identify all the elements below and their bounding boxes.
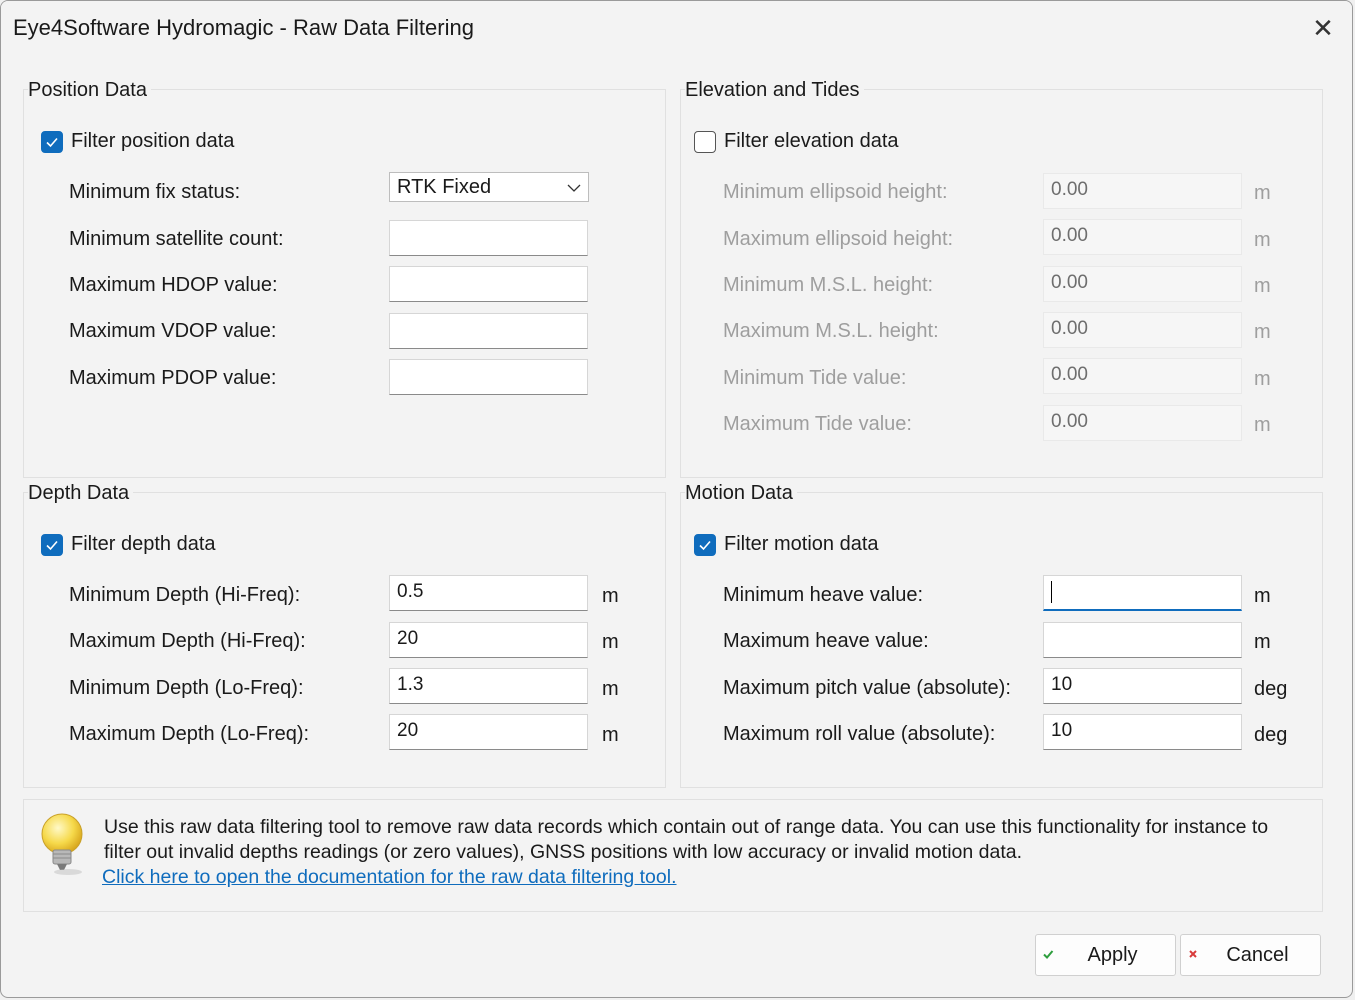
min-tide-input[interactable]: 0.00 bbox=[1043, 358, 1242, 394]
info-text: Use this raw data filtering tool to remo… bbox=[104, 816, 1269, 863]
unit-label: m bbox=[1254, 182, 1271, 204]
elevation-row-label: Maximum ellipsoid height: bbox=[723, 228, 954, 250]
motion-row-label: Minimum heave value: bbox=[723, 584, 924, 606]
max-depth-lf-input[interactable]: 20 bbox=[389, 714, 588, 750]
elevation-row-label: Minimum ellipsoid height: bbox=[723, 181, 948, 203]
max-pdop-input[interactable] bbox=[389, 359, 588, 395]
unit-label: deg bbox=[1254, 678, 1288, 700]
checkbox-checked-icon bbox=[694, 533, 716, 556]
motion-row-label: Maximum roll value (absolute): bbox=[723, 723, 996, 745]
unit-label: m bbox=[602, 585, 619, 607]
title-bar: Eye4Software Hydromagic - Raw Data Filte… bbox=[1, 1, 1352, 57]
documentation-link[interactable]: Click here to open the documentation for… bbox=[102, 866, 677, 889]
unit-label: m bbox=[1254, 275, 1271, 297]
cancel-label: Cancel bbox=[1226, 943, 1289, 966]
motion-data-title: Motion Data bbox=[685, 482, 797, 505]
max-msl-input[interactable]: 0.00 bbox=[1043, 312, 1242, 348]
unit-label: m bbox=[1254, 321, 1271, 343]
unit-label: m bbox=[1254, 631, 1271, 653]
checkbox-checked-icon bbox=[41, 533, 63, 556]
fix-status-value: RTK Fixed bbox=[397, 175, 492, 198]
checkbox-unchecked-icon bbox=[694, 130, 716, 153]
elevation-row-label: Maximum M.S.L. height: bbox=[723, 320, 939, 342]
max-pitch-input[interactable]: 10 bbox=[1043, 668, 1242, 704]
chevron-down-icon bbox=[567, 176, 581, 199]
filter-elevation-checkbox[interactable]: Filter elevation data bbox=[694, 130, 899, 153]
min-depth-hf-input[interactable]: 0.5 bbox=[389, 575, 588, 611]
max-vdop-input[interactable] bbox=[389, 313, 588, 349]
unit-label: m bbox=[602, 631, 619, 653]
motion-row-label: Maximum heave value: bbox=[723, 630, 929, 652]
min-satellite-input[interactable] bbox=[389, 220, 588, 256]
filter-motion-checkbox[interactable]: Filter motion data bbox=[694, 533, 879, 556]
max-tide-input[interactable]: 0.00 bbox=[1043, 405, 1242, 441]
unit-label: m bbox=[602, 724, 619, 746]
text-caret bbox=[1051, 581, 1052, 603]
dialog-window: Eye4Software Hydromagic - Raw Data Filte… bbox=[0, 0, 1353, 998]
filter-depth-checkbox[interactable]: Filter depth data bbox=[41, 533, 216, 556]
depth-row-label: Minimum Depth (Hi-Freq): bbox=[69, 584, 301, 606]
depth-row-label: Minimum Depth (Lo-Freq): bbox=[69, 677, 304, 699]
window-title: Eye4Software Hydromagic - Raw Data Filte… bbox=[13, 15, 474, 40]
unit-label: m bbox=[1254, 229, 1271, 251]
min-heave-input[interactable] bbox=[1043, 575, 1242, 611]
lightbulb-icon bbox=[38, 812, 86, 881]
max-ellipsoid-input[interactable]: 0.00 bbox=[1043, 219, 1242, 255]
unit-label: m bbox=[1254, 414, 1271, 436]
min-satellite-label: Minimum satellite count: bbox=[69, 228, 284, 250]
close-icon: ✕ bbox=[1312, 13, 1334, 43]
depth-data-title: Depth Data bbox=[28, 482, 134, 505]
apply-label: Apply bbox=[1087, 943, 1138, 966]
unit-label: m bbox=[1254, 368, 1271, 390]
max-vdop-label: Maximum VDOP value: bbox=[69, 320, 277, 342]
apply-button[interactable]: Apply bbox=[1035, 934, 1176, 976]
max-roll-input[interactable]: 10 bbox=[1043, 714, 1242, 750]
position-data-title: Position Data bbox=[28, 79, 151, 102]
close-button[interactable]: ✕ bbox=[1308, 13, 1338, 43]
unit-label: m bbox=[602, 678, 619, 700]
motion-row-label: Maximum pitch value (absolute): bbox=[723, 677, 1011, 699]
info-panel: Use this raw data filtering tool to remo… bbox=[23, 799, 1323, 912]
elevation-title: Elevation and Tides bbox=[685, 79, 864, 102]
filter-elevation-label: Filter elevation data bbox=[724, 130, 899, 152]
elevation-row-label: Maximum Tide value: bbox=[723, 413, 912, 435]
min-fix-status-label: Minimum fix status: bbox=[69, 181, 241, 203]
elevation-row-label: Minimum Tide value: bbox=[723, 367, 907, 389]
elevation-row-label: Minimum M.S.L. height: bbox=[723, 274, 934, 296]
unit-label: deg bbox=[1254, 724, 1288, 746]
max-pdop-label: Maximum PDOP value: bbox=[69, 367, 277, 389]
depth-row-label: Maximum Depth (Hi-Freq): bbox=[69, 630, 306, 652]
cancel-button[interactable]: Cancel bbox=[1180, 934, 1321, 976]
filter-position-label: Filter position data bbox=[71, 130, 235, 152]
max-depth-hf-input[interactable]: 20 bbox=[389, 622, 588, 658]
max-hdop-label: Maximum HDOP value: bbox=[69, 274, 278, 296]
max-heave-input[interactable] bbox=[1043, 622, 1242, 658]
depth-row-label: Maximum Depth (Lo-Freq): bbox=[69, 723, 310, 745]
fix-status-dropdown[interactable]: RTK Fixed bbox=[389, 172, 589, 202]
min-msl-input[interactable]: 0.00 bbox=[1043, 266, 1242, 302]
unit-label: m bbox=[1254, 585, 1271, 607]
max-hdop-input[interactable] bbox=[389, 266, 588, 302]
min-depth-lf-input[interactable]: 1.3 bbox=[389, 668, 588, 704]
filter-depth-label: Filter depth data bbox=[71, 533, 216, 555]
min-ellipsoid-input[interactable]: 0.00 bbox=[1043, 173, 1242, 209]
filter-motion-label: Filter motion data bbox=[724, 533, 879, 555]
filter-position-checkbox[interactable]: Filter position data bbox=[41, 130, 234, 153]
checkbox-checked-icon bbox=[41, 130, 63, 153]
